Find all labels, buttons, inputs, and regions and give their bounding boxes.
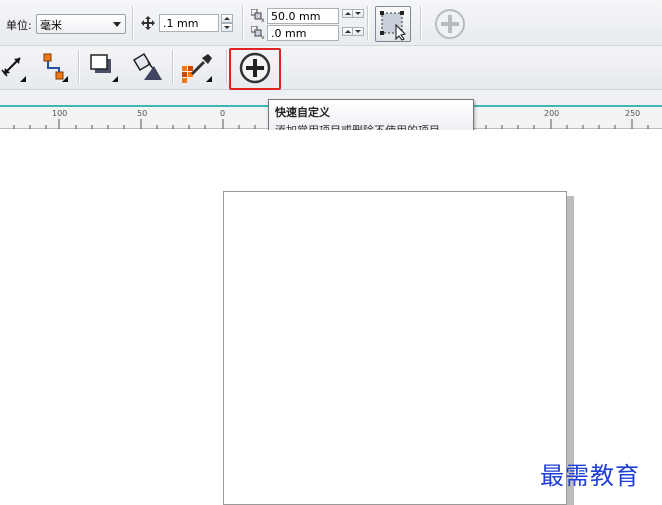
separator [132, 6, 133, 40]
separator [242, 6, 243, 40]
dimension-tool-button[interactable] [0, 52, 30, 84]
property-bar: 单位: 毫米 .1 mm x 50.0 mm y .0 mm [0, 0, 662, 46]
duplicate-x-value: 50.0 mm [271, 10, 321, 23]
unit-dropdown[interactable]: 毫米 [36, 14, 126, 34]
separator [172, 50, 173, 84]
chevron-down-icon [113, 22, 121, 27]
flyout-indicator [20, 76, 26, 82]
nudge-distance-field[interactable]: .1 mm [159, 14, 219, 32]
svg-text:y: y [261, 34, 265, 39]
duplicate-y-field[interactable]: .0 mm [267, 25, 339, 41]
duplicate-y-icon: y [251, 26, 265, 39]
toolbox-row [0, 46, 662, 90]
eyedropper-icon [182, 54, 212, 83]
nudge-distance-value: .1 mm [163, 17, 199, 30]
connector-tool-button[interactable] [40, 52, 70, 84]
ruler-label: 200 [544, 109, 560, 118]
treat-as-filled-button[interactable] [375, 6, 411, 42]
separator [367, 6, 368, 40]
add-customize-icon[interactable] [434, 8, 466, 40]
transparency-tool-button[interactable] [128, 52, 164, 84]
select-frame-icon [380, 11, 406, 41]
duplicate-y-spin-down[interactable] [352, 27, 364, 36]
duplicate-y-value: .0 mm [271, 27, 307, 40]
ruler-label: 250 [625, 109, 641, 118]
nudge-spin-up[interactable] [221, 14, 233, 23]
separator [420, 6, 421, 40]
unit-dropdown-value: 毫米 [40, 19, 62, 32]
duplicate-x-icon: x [251, 9, 265, 22]
tooltip-title: 快速自定义 [275, 106, 330, 119]
separator [226, 50, 227, 84]
watermark-text: 最需教育 [540, 462, 640, 490]
highlight-box [229, 48, 281, 90]
nudge-icon [141, 16, 155, 30]
color-eyedropper-button[interactable] [180, 52, 220, 84]
flyout-indicator [206, 76, 212, 82]
duplicate-x-field[interactable]: 50.0 mm [267, 8, 339, 24]
svg-text:x: x [261, 17, 265, 22]
drop-shadow-tool-button[interactable] [88, 52, 120, 84]
ruler-label: 50 [137, 109, 148, 118]
unit-label: 单位: [6, 19, 32, 32]
transparency-icon [132, 52, 162, 80]
flyout-indicator [62, 76, 68, 82]
ruler-label: 100 [52, 109, 68, 118]
document-page[interactable] [223, 191, 567, 505]
nudge-spin-down[interactable] [221, 23, 233, 32]
flyout-indicator [112, 76, 118, 82]
separator [78, 50, 79, 84]
duplicate-x-spin-down[interactable] [352, 9, 364, 18]
ruler-label: 0 [220, 109, 226, 118]
